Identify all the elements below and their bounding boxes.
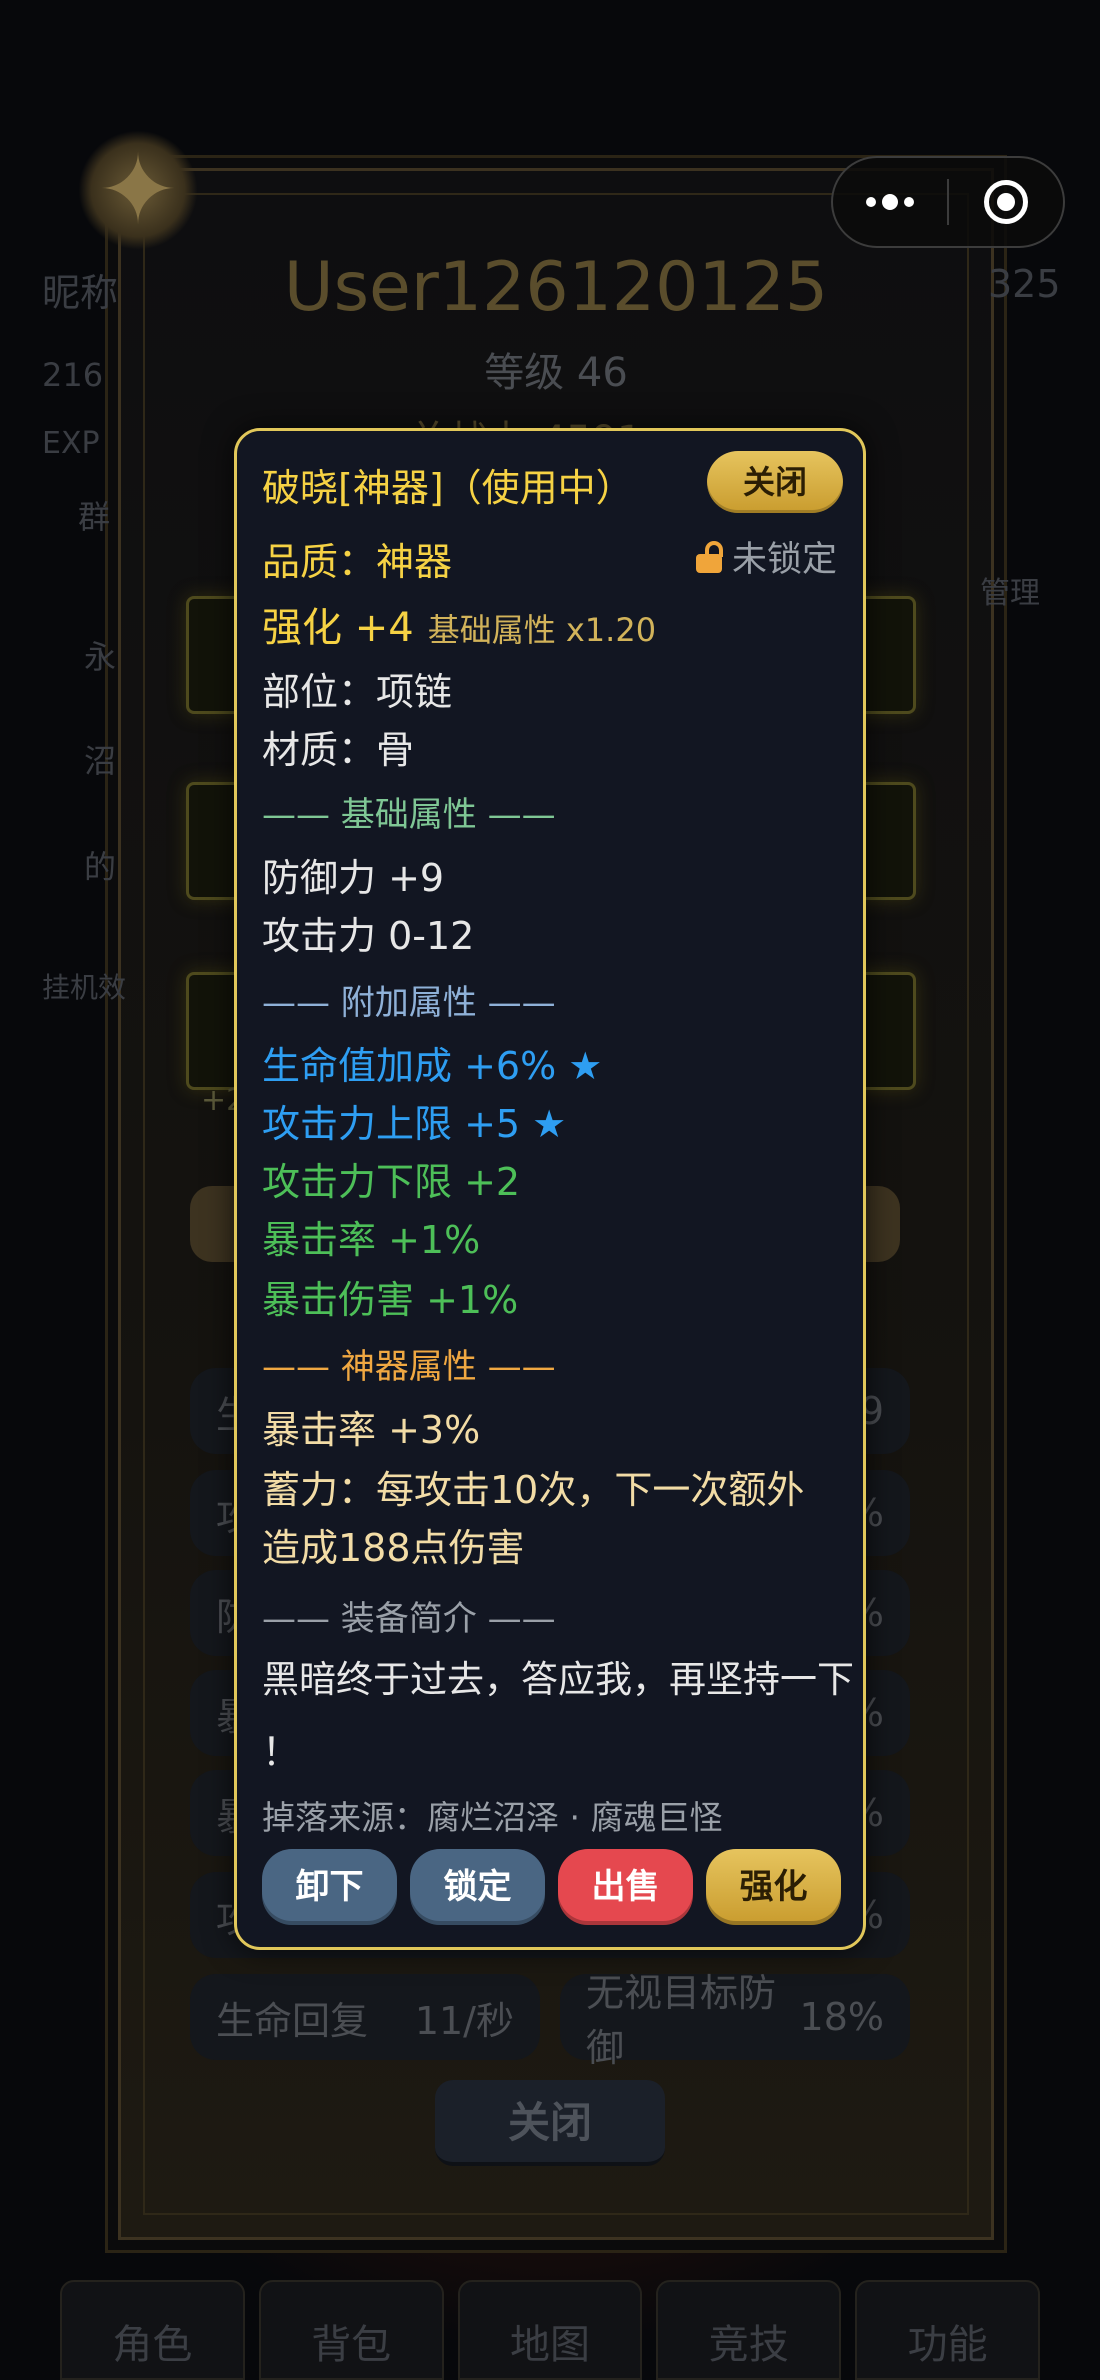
base-attr: 攻击力 0-12 — [262, 914, 475, 958]
extra-attrs-header: —— 附加属性 —— — [262, 983, 556, 1023]
extra-attr: 暴击伤害 +1% — [262, 1278, 519, 1322]
lock-button[interactable]: 锁定 — [410, 1849, 545, 1925]
item-description-cont: ！ — [262, 1730, 301, 1774]
item-material: 材质：骨 — [262, 728, 415, 772]
right-manage-tag: 管理 — [980, 576, 1040, 611]
stat-label: 无视目标防御 — [586, 1971, 777, 2070]
stat-ignore-defense: 无视目标防御 18% — [560, 1971, 910, 2070]
left-nickname-label: 昵称 — [42, 271, 119, 315]
enhance-button[interactable]: 强化 — [706, 1849, 841, 1925]
profile-level: 等级 46 — [484, 350, 628, 396]
enhance-level: 强化 +4 — [262, 605, 414, 651]
enhance-multiplier: 基础属性 x1.20 — [427, 611, 657, 649]
nav-tab-character[interactable]: 角色 — [60, 2280, 245, 2380]
left-text-1: 永 — [84, 638, 117, 676]
extra-attr-rare: 生命值加成 +6% ★ — [262, 1044, 603, 1088]
compass-star-ornament-icon — [78, 130, 198, 250]
item-slot: 部位：项链 — [262, 670, 453, 714]
artifact-attr: 暴击率 +3% — [262, 1408, 481, 1452]
extra-attr-rare: 攻击力上限 +5 ★ — [262, 1102, 567, 1146]
drop-source: 掉落来源：腐烂沼泽 · 腐魂巨怪 — [262, 1798, 723, 1837]
stat-value: 11/秒 — [414, 1998, 514, 2043]
idle-label: 挂机效 — [42, 971, 127, 1004]
lock-status: 未锁定 — [695, 531, 837, 582]
base-attr: 防御力 +9 — [262, 856, 445, 900]
nav-tab-map[interactable]: 地图 — [457, 2280, 643, 2380]
left-group-label: 群 — [78, 498, 111, 536]
unlocked-lock-icon — [695, 540, 723, 573]
left-text-2: 沼 — [84, 742, 117, 780]
exit-button[interactable] — [949, 158, 1063, 246]
item-quality: 品质：神器 — [262, 540, 453, 584]
nav-tab-functions[interactable]: 功能 — [855, 2280, 1040, 2380]
sell-button[interactable]: 出售 — [558, 1849, 693, 1925]
item-title: 破晓[神器]（使用中） — [262, 466, 634, 510]
modal-close-button[interactable]: 关闭 — [707, 451, 843, 513]
extra-attr: 暴击率 +1% — [262, 1218, 481, 1262]
lock-status-label: 未锁定 — [731, 540, 837, 580]
artifact-attrs-header: —— 神器属性 —— — [262, 1347, 556, 1387]
stat-value: 18% — [799, 1995, 884, 2039]
stat-regen: 生命回复 11/秒 — [190, 1974, 540, 2060]
left-number: 216 — [42, 356, 104, 394]
profile-close-button[interactable]: 关闭 — [435, 2080, 665, 2166]
base-attrs-header: —— 基础属性 —— — [262, 795, 556, 835]
item-enhance-row: 强化 +4 基础属性 x1.20 — [262, 595, 656, 653]
unequip-button[interactable]: 卸下 — [262, 1849, 397, 1925]
item-description: 黑暗终于过去，答应我，再坚持一下 — [262, 1658, 854, 1701]
description-header: —— 装备简介 —— — [262, 1599, 556, 1639]
more-dots-icon — [866, 194, 914, 210]
extra-attr: 攻击力下限 +2 — [262, 1160, 521, 1204]
more-button[interactable] — [833, 158, 947, 246]
miniprogram-capsule — [831, 156, 1065, 248]
artifact-skill: 蓄力：每攻击10次，下一次额外 — [262, 1468, 805, 1512]
left-exp-label: EXP — [42, 426, 100, 461]
left-text-3: 的 — [84, 848, 117, 886]
artifact-skill-cont: 造成188点伤害 — [262, 1526, 525, 1570]
profile-username: User126120125 — [283, 248, 829, 327]
bottom-nav: 角色 背包 地图 竞技 功能 — [60, 2280, 1040, 2380]
nav-tab-arena[interactable]: 竞技 — [656, 2280, 842, 2380]
nav-tab-bag[interactable]: 背包 — [258, 2280, 444, 2380]
right-number: 325 — [988, 262, 1061, 306]
stat-label: 生命回复 — [216, 1998, 369, 2043]
item-detail-modal: 破晓[神器]（使用中） 关闭 品质：神器 未锁定 强化 +4 基础属性 x1.20… — [234, 428, 866, 1950]
target-circle-icon — [984, 180, 1028, 224]
